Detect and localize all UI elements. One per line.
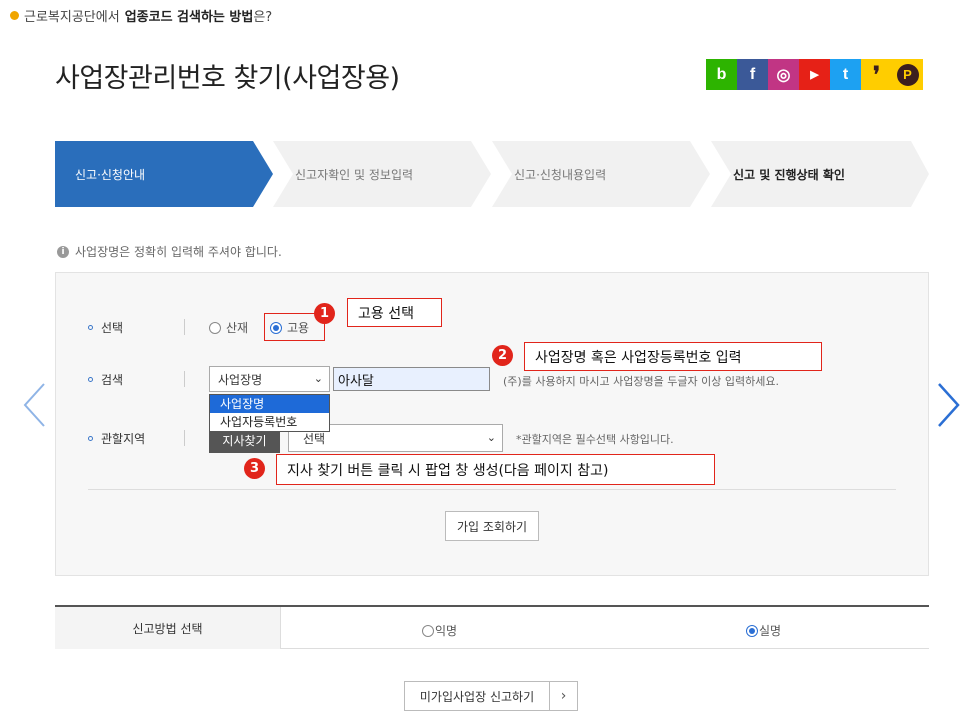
step-3-label: 신고·신청내용입력: [514, 167, 607, 182]
chevron-right-icon[interactable]: ›: [549, 681, 578, 711]
search-label-text: 검색: [101, 373, 124, 387]
region-row-label: 관할지역: [88, 430, 145, 447]
bullet-icon: [88, 377, 93, 382]
search-input[interactable]: 아사달: [333, 367, 490, 391]
radio-sanjae[interactable]: 산재: [209, 319, 248, 336]
bullet-icon: [88, 325, 93, 330]
select-label-text: 선택: [101, 321, 124, 335]
callout-3-badge: 3: [244, 458, 265, 479]
step-4: 신고 및 진행상태 확인: [713, 141, 911, 207]
blog-icon[interactable]: b: [706, 59, 737, 90]
page-title: 사업장관리번호 찾기(사업장용): [55, 63, 400, 94]
unregistered-report-button[interactable]: 미가입사업장 신고하기: [404, 681, 550, 711]
chevron-down-icon: ⌄: [486, 430, 496, 444]
report-method-label: 신고방법 선택: [55, 607, 281, 649]
twitter-icon[interactable]: t: [830, 59, 861, 90]
region-hint: *관할지역은 필수선택 사항입니다.: [516, 433, 674, 446]
lookup-button[interactable]: 가입 조회하기: [445, 511, 539, 541]
radio-anonymous-label: 익명: [435, 624, 458, 638]
step-2: 신고자확인 및 정보입력: [275, 141, 473, 207]
dropdown-option-business-name[interactable]: 사업장명: [210, 395, 329, 413]
search-type-value: 사업장명: [218, 372, 263, 387]
form-divider: [88, 489, 896, 490]
report-method-row: 신고방법 선택 익명 실명: [55, 605, 929, 649]
step-4-label: 신고 및 진행상태 확인: [733, 167, 845, 182]
divider: [184, 319, 185, 335]
radio-realname-label: 실명: [759, 624, 782, 638]
callout-2: 사업장명 혹은 사업장등록번호 입력: [524, 342, 822, 371]
progress-steps: 신고·신청안내 신고자확인 및 정보입력 신고·신청내용입력 신고 및 진행상태…: [55, 141, 929, 207]
divider: [184, 371, 185, 387]
region-label-text: 관할지역: [101, 432, 146, 446]
search-row-label: 검색: [88, 371, 123, 388]
chevron-down-icon: ⌄: [313, 371, 323, 385]
kakaostory-icon[interactable]: ❜: [861, 59, 892, 90]
search-type-dropdown: 사업장명 사업자등록번호: [209, 394, 330, 432]
callout-1: 고용 선택: [347, 298, 442, 327]
input-notice: i 사업장명은 정확히 입력해 주셔야 합니다.: [57, 243, 282, 260]
radio-sanjae-label: 산재: [226, 321, 249, 335]
step-1: 신고·신청안내: [55, 141, 253, 207]
callout-2-badge: 2: [492, 345, 513, 366]
radio-anonymous[interactable]: 익명: [422, 622, 457, 639]
info-icon: i: [57, 245, 69, 258]
prev-arrow-icon[interactable]: [22, 382, 46, 428]
callout-3: 지사 찾기 버튼 클릭 시 팝업 창 생성(다음 페이지 참고): [276, 454, 715, 485]
step-1-label: 신고·신청안내: [75, 167, 146, 182]
radio-anonymous-circle[interactable]: [422, 624, 434, 637]
region-select-value: 선택: [303, 431, 326, 446]
step-2-label: 신고자확인 및 정보입력: [295, 167, 414, 182]
notice-text: 사업장명은 정확히 입력해 주셔야 합니다.: [75, 245, 282, 259]
instagram-icon[interactable]: ◎: [768, 59, 799, 90]
callout-1-badge: 1: [314, 303, 335, 324]
search-hint: (주)를 사용하지 마시고 사업장명을 두글자 이상 입력하세요.: [503, 375, 779, 388]
top-notice-prefix: 근로복지공단에서: [24, 10, 120, 25]
radio-sanjae-circle[interactable]: [209, 321, 221, 334]
youtube-icon[interactable]: ▶: [799, 59, 830, 90]
bullet-icon: [88, 436, 93, 441]
search-type-select[interactable]: 사업장명 ⌄: [209, 366, 330, 392]
top-notice-bold: 업종코드 검색하는 방법: [124, 10, 254, 25]
radio-realname[interactable]: 실명: [746, 622, 781, 639]
facebook-icon[interactable]: f: [737, 59, 768, 90]
top-notice-suffix: 은?: [253, 10, 273, 25]
kakao-icon[interactable]: P: [892, 59, 923, 90]
next-arrow-icon[interactable]: [937, 382, 961, 428]
select-row-label: 선택: [88, 319, 123, 336]
social-share-bar: b f ◎ ▶ t ❜ P: [706, 59, 923, 90]
radio-realname-circle[interactable]: [746, 624, 758, 637]
step-3: 신고·신청내용입력: [494, 141, 692, 207]
search-input-value: 아사달: [338, 373, 374, 389]
bullet-dot-icon: [10, 11, 19, 20]
top-notice[interactable]: 근로복지공단에서 업종코드 검색하는 방법 은?: [10, 6, 272, 25]
divider: [184, 430, 185, 446]
dropdown-option-business-number[interactable]: 사업자등록번호: [210, 413, 329, 431]
